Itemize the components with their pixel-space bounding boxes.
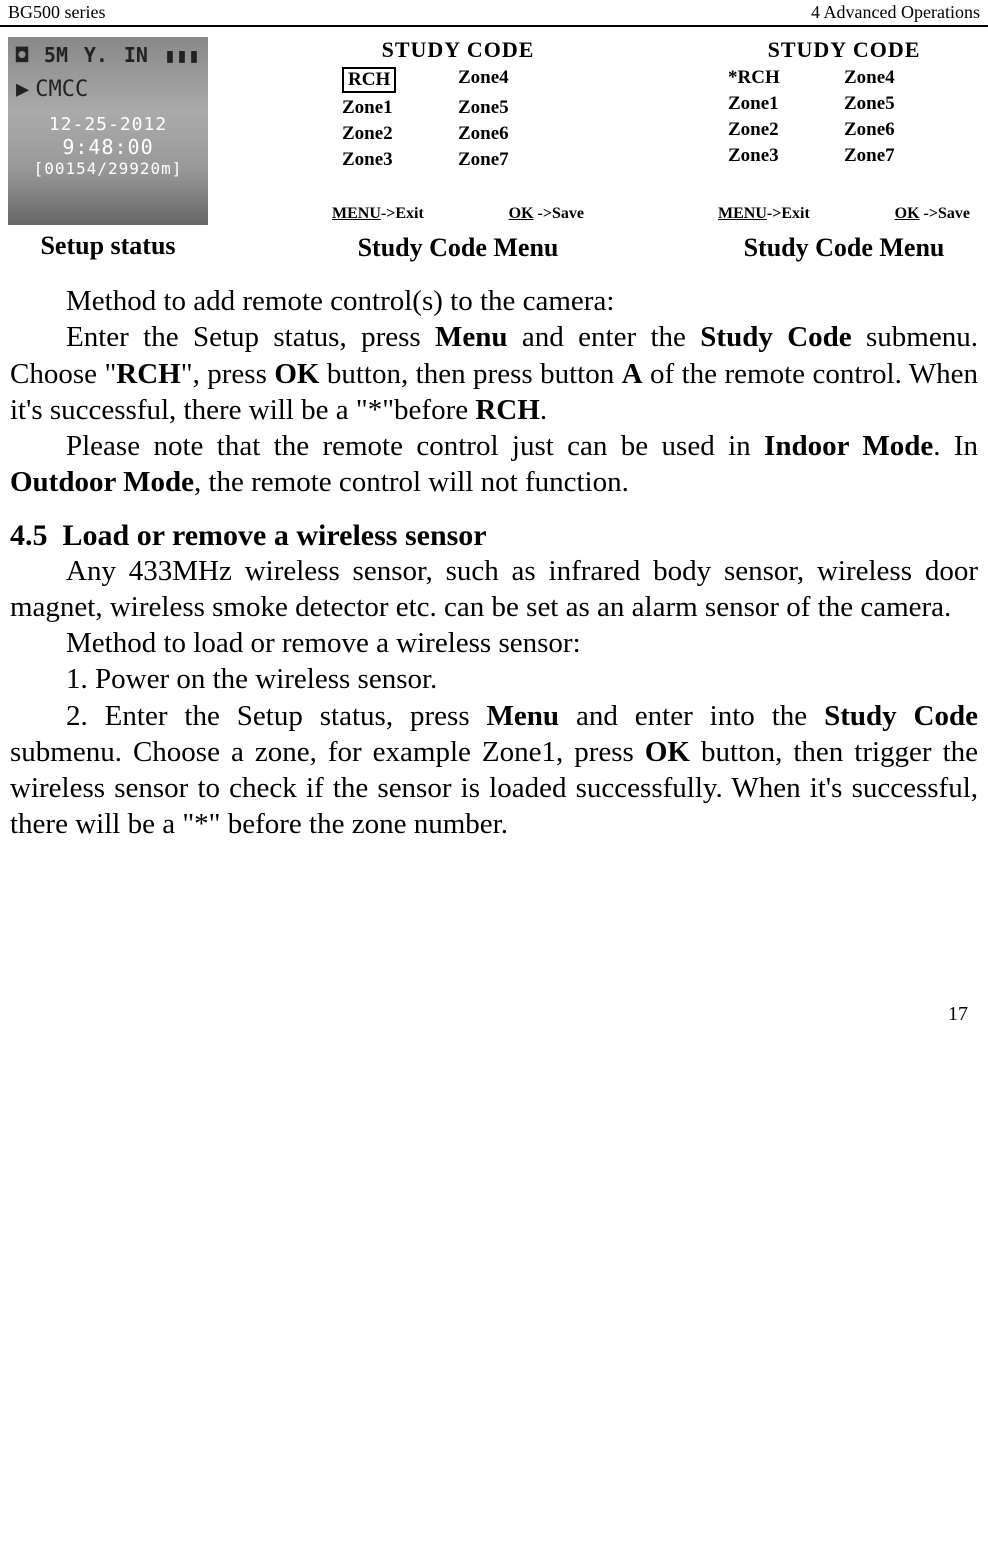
- study-caption-2: Study Code Menu: [744, 233, 945, 263]
- carrier-label: CMCC: [35, 77, 88, 102]
- study-code-bold: Study Code: [700, 321, 851, 353]
- sensor-intro: Any 433MHz wireless sensor, such as infr…: [10, 553, 978, 626]
- study-footer-1: MENU->Exit OK ->Save: [322, 205, 594, 223]
- zone-cell: Zone7: [844, 145, 960, 167]
- signal-icon: Y.: [84, 43, 108, 67]
- section-number: 4.5: [10, 519, 48, 552]
- zone-cell: Zone2: [728, 119, 844, 141]
- rch-selected: RCH: [342, 67, 396, 93]
- study-menu-1: STUDY CODE RCH Zone4 Zone1 Zone5 Zone2 Z…: [322, 37, 594, 227]
- exit-suffix: ->Exit: [381, 205, 424, 222]
- storage-label: IN: [124, 43, 148, 67]
- page-number: 17: [0, 1003, 988, 1026]
- indoor-mode-bold: Indoor Mode: [764, 430, 933, 462]
- study-title-2: STUDY CODE: [708, 37, 980, 63]
- ok-save: OK ->Save: [895, 205, 970, 223]
- battery-icon: ▮▮▮: [164, 43, 200, 67]
- menu-exit: MENU->Exit: [332, 205, 424, 223]
- zone-cell: Zone3: [728, 145, 844, 167]
- save-suffix: ->Save: [538, 205, 584, 222]
- setup-status-screenshot: ◘ 5M Y. IN ▮▮▮ ▶ CMCC 12-25-2012 9:48:00…: [8, 37, 208, 225]
- setup-time: 9:48:00: [8, 135, 208, 159]
- method-intro: Method to add remote control(s) to the c…: [10, 283, 978, 319]
- body-section-1: Method to add remote control(s) to the c…: [0, 283, 988, 501]
- study-menu-1-col: STUDY CODE RCH Zone4 Zone1 Zone5 Zone2 Z…: [322, 37, 594, 263]
- zone-cell: Zone6: [844, 119, 960, 141]
- zone-cell: Zone7: [458, 149, 574, 171]
- zone-cell: Zone4: [844, 67, 960, 89]
- screenshots-row: ◘ 5M Y. IN ▮▮▮ ▶ CMCC 12-25-2012 9:48:00…: [0, 27, 988, 263]
- a-bold: A: [622, 358, 643, 390]
- body-section-2: Any 433MHz wireless sensor, such as infr…: [0, 553, 988, 843]
- resolution-label: 5M: [44, 43, 68, 67]
- zone-cell: Zone2: [342, 123, 458, 145]
- setup-counter: [00154/29920m]: [8, 159, 208, 178]
- sensor-method-label: Method to load or remove a wireless sens…: [10, 625, 978, 661]
- ok-save: OK ->Save: [509, 205, 584, 223]
- section-4-5-header: 4.5 Load or remove a wireless sensor: [0, 519, 988, 553]
- setup-screen: ◘ 5M Y. IN ▮▮▮ ▶ CMCC 12-25-2012 9:48:00…: [8, 37, 208, 225]
- setup-date: 12-25-2012: [8, 114, 208, 135]
- sensor-step-1: 1. Power on the wireless sensor.: [10, 661, 978, 697]
- zone-cell: Zone5: [844, 93, 960, 115]
- setup-status-col: ◘ 5M Y. IN ▮▮▮ ▶ CMCC 12-25-2012 9:48:00…: [8, 37, 208, 261]
- zone-cell: Zone4: [458, 67, 574, 93]
- header-series: BG500 series: [8, 2, 106, 23]
- page-header: BG500 series 4 Advanced Operations: [0, 0, 988, 27]
- study-footer-2: MENU->Exit OK ->Save: [708, 205, 980, 223]
- study-menu-2: STUDY CODE *RCH Zone4 Zone1 Zone5 Zone2 …: [708, 37, 980, 227]
- header-chapter: 4 Advanced Operations: [811, 2, 980, 23]
- arrow-icon: ▶: [16, 77, 29, 102]
- rch-cell: RCH: [342, 67, 458, 93]
- ok-key: OK: [895, 205, 920, 222]
- zone-cell: Zone6: [458, 123, 574, 145]
- study-code-bold-2: Study Code: [824, 700, 978, 732]
- rch-bold-2: RCH: [475, 394, 539, 426]
- menu-bold: Menu: [435, 321, 508, 353]
- menu-exit: MENU->Exit: [718, 205, 810, 223]
- sensor-step-2: 2. Enter the Setup status, press Menu an…: [10, 698, 978, 843]
- study-menu-2-col: STUDY CODE *RCH Zone4 Zone1 Zone5 Zone2 …: [708, 37, 980, 263]
- study-caption-1: Study Code Menu: [358, 233, 559, 263]
- study-grid-2: *RCH Zone4 Zone1 Zone5 Zone2 Zone6 Zone3…: [708, 67, 980, 167]
- rch-bold: RCH: [116, 358, 180, 390]
- rch-cell-starred: *RCH: [728, 67, 844, 89]
- study-title-1: STUDY CODE: [322, 37, 594, 63]
- setup-caption: Setup status: [40, 231, 175, 261]
- method-instructions: Enter the Setup status, press Menu and e…: [10, 319, 978, 428]
- remote-note: Please note that the remote control just…: [10, 428, 978, 501]
- zone-cell: Zone5: [458, 97, 574, 119]
- menu-key: MENU: [332, 205, 381, 222]
- ok-bold: OK: [274, 358, 319, 390]
- outdoor-mode-bold: Outdoor Mode: [10, 466, 194, 498]
- exit-suffix: ->Exit: [767, 205, 810, 222]
- ok-bold-2: OK: [645, 736, 690, 768]
- section-title: Load or remove a wireless sensor: [63, 519, 487, 552]
- menu-key: MENU: [718, 205, 767, 222]
- study-grid-1: RCH Zone4 Zone1 Zone5 Zone2 Zone6 Zone3 …: [322, 67, 594, 171]
- save-suffix: ->Save: [924, 205, 970, 222]
- zone-cell: Zone1: [342, 97, 458, 119]
- menu-bold-2: Menu: [487, 700, 560, 732]
- zone-cell: Zone1: [728, 93, 844, 115]
- setup-carrier-row: ▶ CMCC: [8, 73, 208, 106]
- camera-icon: ◘: [16, 43, 28, 67]
- setup-top-bar: ◘ 5M Y. IN ▮▮▮: [8, 37, 208, 73]
- zone-cell: Zone3: [342, 149, 458, 171]
- ok-key: OK: [509, 205, 534, 222]
